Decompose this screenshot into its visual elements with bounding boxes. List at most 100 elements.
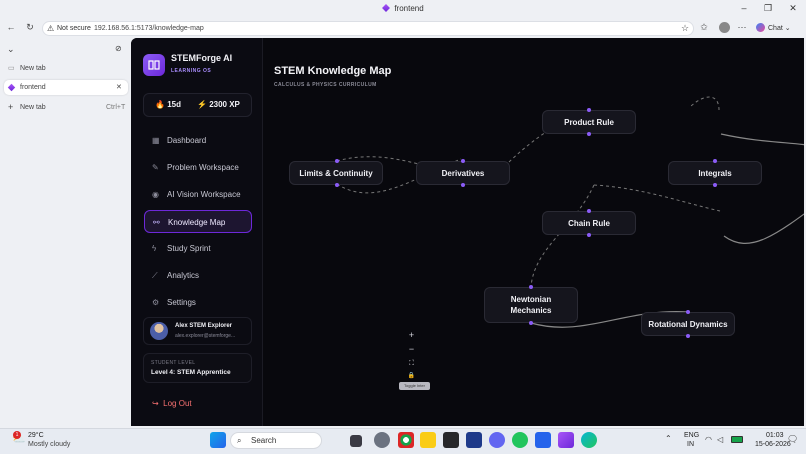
app-logo-icon <box>382 4 391 12</box>
clock-time[interactable]: 01:03 <box>766 432 784 439</box>
edge-icon[interactable] <box>581 432 597 448</box>
app-window: STEMForge AI LEARNING OS 🔥 15d ⚡ 2300 XP… <box>131 38 804 426</box>
node-handle[interactable] <box>587 132 591 136</box>
search-icon: ⌕ <box>237 436 242 445</box>
controls-tooltip: Toggle Inter <box>399 382 430 390</box>
zoom-out-button[interactable]: − <box>405 343 418 356</box>
node-handle[interactable] <box>461 183 465 187</box>
nav-label: Dashboard <box>167 136 207 145</box>
visual-studio-icon[interactable] <box>558 432 574 448</box>
nav-problem-workspace[interactable]: ✎ Problem Workspace <box>144 156 252 179</box>
node-product-rule[interactable]: Product Rule <box>542 110 636 134</box>
nav-study-sprint[interactable]: ϟ Study Sprint <box>144 237 252 260</box>
back-icon[interactable]: ← <box>5 22 17 32</box>
search-label: Search <box>251 436 277 445</box>
node-chain-rule[interactable]: Chain Rule <box>542 211 636 235</box>
file-explorer-icon[interactable] <box>420 432 436 448</box>
fit-view-icon: ⛶ <box>409 360 414 367</box>
fit-view-button[interactable]: ⛶ <box>405 357 418 370</box>
node-handle[interactable] <box>713 159 717 163</box>
node-handle[interactable] <box>529 321 533 325</box>
nav-ai-vision-workspace[interactable]: ◉ AI Vision Workspace <box>144 183 252 206</box>
node-integrals[interactable]: Integrals <box>668 161 762 185</box>
warning-icon[interactable]: ⚠ <box>47 24 54 33</box>
weather-badge: 1 <box>13 431 21 439</box>
clock-date[interactable]: 15-06-2026 <box>755 441 791 448</box>
node-handle[interactable] <box>713 183 717 187</box>
task-view-icon[interactable] <box>350 435 362 447</box>
new-tab-button[interactable]: + New tab Ctrl+T <box>4 100 128 115</box>
windows-start-icon[interactable] <box>210 432 226 448</box>
node-handle[interactable] <box>686 310 690 314</box>
whatsapp-icon[interactable] <box>512 432 528 448</box>
edge-derivatives-chain <box>593 184 721 212</box>
logout-button[interactable]: ↪ Log Out <box>152 399 192 408</box>
chat-button[interactable]: Chat ⌄ <box>756 21 800 36</box>
reload-icon[interactable]: ↻ <box>24 22 36 33</box>
node-newtonian-mechanics[interactable]: Newtonian Mechanics <box>484 287 578 323</box>
chat-label: Chat <box>768 25 783 32</box>
node-handle[interactable] <box>686 334 690 338</box>
url-text[interactable]: 192.168.56.1:5173/knowledge-map <box>94 25 204 32</box>
more-icon[interactable]: ⋯ <box>736 22 748 33</box>
chevron-down-icon[interactable]: ⌄ <box>7 44 15 55</box>
vscode-icon[interactable] <box>535 432 551 448</box>
node-handle[interactable] <box>335 159 339 163</box>
tab-frontend[interactable]: frontend ✕ <box>4 80 128 95</box>
chart-icon: ⟋ <box>152 271 158 280</box>
knowledge-map-canvas[interactable]: STEM Knowledge Map CALCULUS & PHYSICS CU… <box>264 38 804 426</box>
node-limits-continuity[interactable]: Limits & Continuity <box>289 161 383 185</box>
bolt-icon: ϟ <box>152 244 157 253</box>
nav-dashboard[interactable]: ▦ Dashboard <box>144 129 252 152</box>
notification-icon[interactable]: 🗨 <box>787 434 798 445</box>
avatar[interactable] <box>150 322 168 340</box>
region-label[interactable]: IN <box>687 441 694 448</box>
nav-label: Settings <box>167 298 196 307</box>
node-handle[interactable] <box>587 233 591 237</box>
chevron-up-icon[interactable]: ⌃ <box>665 434 672 443</box>
brand-name: STEMForge AI <box>171 53 233 63</box>
close-tab-icon[interactable]: ✕ <box>116 80 122 95</box>
network-icon: ⚯ <box>153 218 160 227</box>
xp-stat: ⚡ 2300 XP <box>197 100 240 109</box>
node-label: Derivatives <box>441 168 485 178</box>
node-handle[interactable] <box>529 285 533 289</box>
node-handle[interactable] <box>335 183 339 187</box>
copilot-app-icon[interactable] <box>489 432 505 448</box>
language-label[interactable]: ENG <box>684 432 699 439</box>
new-tab-shortcut: Ctrl+T <box>106 104 126 111</box>
url-field[interactable]: ⚠ Not secure 192.168.56.1:5173/knowledge… <box>42 21 694 36</box>
star-icon[interactable]: ☆ <box>681 23 689 34</box>
favorites-icon[interactable]: ✩ <box>698 22 710 33</box>
node-handle[interactable] <box>587 108 591 112</box>
security-label[interactable]: Not secure <box>57 25 91 32</box>
chrome-icon[interactable] <box>398 432 414 448</box>
terminal-icon[interactable] <box>443 432 459 448</box>
node-rotational-dynamics[interactable]: Rotational Dynamics <box>641 312 735 336</box>
node-handle[interactable] <box>461 159 465 163</box>
user-email: alex.explorer@stemforge... <box>175 333 236 339</box>
node-handle[interactable] <box>587 209 591 213</box>
weather-desc[interactable]: Mostly cloudy <box>28 441 70 448</box>
store-icon[interactable] <box>466 432 482 448</box>
vertical-tabs-panel <box>0 38 131 428</box>
profile-avatar-icon[interactable] <box>719 22 730 33</box>
nav-knowledge-map[interactable]: ⚯ Knowledge Map <box>144 210 252 233</box>
tab-new-tab[interactable]: ▭ New tab <box>4 61 128 76</box>
wifi-icon[interactable]: ◠ <box>705 435 712 444</box>
zoom-in-button[interactable]: + <box>405 329 418 342</box>
minimize-icon[interactable]: – <box>737 3 751 13</box>
maximize-icon[interactable]: ❐ <box>761 3 775 14</box>
battery-icon[interactable] <box>731 436 743 443</box>
close-window-icon[interactable]: ✕ <box>786 3 800 14</box>
taskbar-search[interactable]: ⌕ Search <box>230 432 322 449</box>
node-derivatives[interactable]: Derivatives <box>416 161 510 185</box>
weather-temp[interactable]: 29°C <box>28 432 44 439</box>
nav-analytics[interactable]: ⟋ Analytics <box>144 264 252 287</box>
xp-value: 2300 XP <box>209 100 240 109</box>
settings-app-icon[interactable] <box>374 432 390 448</box>
nav-label: Knowledge Map <box>168 218 226 227</box>
pin-icon[interactable]: ⊘ <box>115 44 122 53</box>
volume-icon[interactable]: ◁ <box>717 435 723 444</box>
nav-settings[interactable]: ⚙ Settings <box>144 291 252 314</box>
